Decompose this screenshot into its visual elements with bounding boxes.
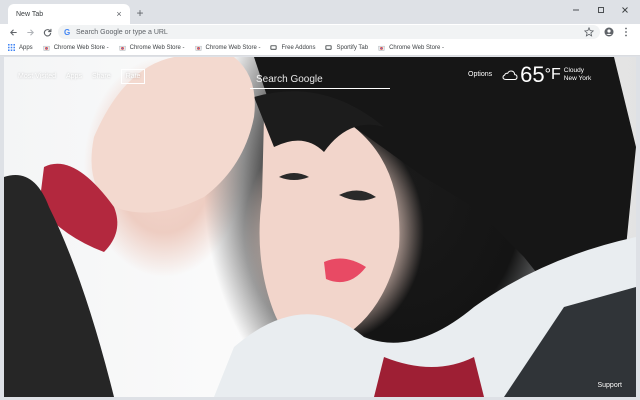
chrome-store-icon [118, 46, 126, 51]
weather-details: Cloudy New York [564, 67, 591, 83]
omnibox-placeholder: Search Google or type a URL [76, 28, 168, 36]
close-window-icon[interactable] [616, 3, 634, 17]
apps-grid-icon [8, 44, 15, 51]
minimize-icon[interactable] [567, 3, 585, 17]
profile-avatar-icon[interactable] [602, 25, 616, 39]
tab-strip: New Tab × + [0, 0, 640, 24]
bookmark-chrome-web-store-3[interactable]: Chrome Web Store - [194, 44, 261, 51]
google-g-icon: G [64, 27, 71, 37]
bookmark-apps[interactable]: Apps [8, 44, 33, 51]
forward-icon[interactable] [23, 25, 37, 39]
bookmarks-bar: Apps Chrome Web Store - Chrome Web Store… [0, 40, 640, 56]
chrome-store-icon [194, 46, 202, 51]
bookmark-chrome-web-store-4[interactable]: Chrome Web Store - [378, 44, 444, 51]
options-link[interactable]: Options [468, 71, 492, 78]
support-link[interactable]: Support [597, 382, 622, 389]
cloud-icon [502, 70, 518, 80]
bookmark-label: Chrome Web Store - [53, 44, 109, 51]
weather-city: New York [563, 75, 592, 82]
search-input[interactable] [250, 70, 390, 89]
apps-link[interactable]: Apps [66, 73, 82, 80]
bookmark-label: Sportify Tab [336, 44, 369, 51]
tab-title: New Tab [16, 10, 44, 18]
new-tab-page: Most Visited Apps Share Rate Options 65 … [4, 57, 636, 397]
bookmark-label: Chrome Web Store - [389, 44, 444, 51]
addon-icon [325, 45, 333, 50]
chrome-store-icon [378, 46, 385, 51]
search-box [250, 69, 390, 89]
bookmark-chrome-web-store-2[interactable]: Chrome Web Store - [118, 44, 185, 51]
rate-button[interactable]: Rate [120, 69, 146, 84]
bookmark-label: Chrome Web Store - [205, 44, 261, 51]
bookmark-free-addons[interactable]: Free Addons [270, 44, 315, 51]
bookmark-label: Apps [19, 44, 33, 51]
chrome-store-icon [42, 46, 50, 51]
bookmark-label: Free Addons [281, 44, 316, 51]
temperature-value: 65 [520, 62, 545, 87]
bookmark-star-icon[interactable] [584, 27, 594, 37]
bookmark-chrome-web-store-1[interactable]: Chrome Web Store - [42, 44, 109, 51]
maximize-icon[interactable] [592, 3, 610, 17]
most-visited-link[interactable]: Most Visited [18, 73, 56, 80]
newtab-links: Most Visited Apps Share Rate [18, 69, 146, 84]
addon-icon [270, 45, 278, 50]
toolbar: G Search Google or type a URL [0, 24, 640, 40]
weather-condition: Cloudy [563, 67, 585, 74]
new-tab-button[interactable]: + [133, 6, 147, 20]
tab-close-icon[interactable]: × [114, 9, 124, 19]
bookmark-label: Chrome Web Store - [129, 44, 185, 51]
bookmark-sportify-tab[interactable]: Sportify Tab [325, 44, 368, 51]
menu-kebab-icon[interactable] [619, 25, 633, 39]
weather-widget: Options 65 °F Cloudy New York [468, 63, 591, 87]
share-link[interactable]: Share [92, 73, 111, 80]
back-icon[interactable] [6, 25, 20, 39]
background-photo [4, 57, 636, 397]
tab-new-tab[interactable]: New Tab × [8, 4, 130, 24]
omnibox[interactable]: G Search Google or type a URL [58, 25, 600, 39]
temperature-unit: °F [544, 66, 561, 83]
reload-icon[interactable] [40, 25, 54, 39]
